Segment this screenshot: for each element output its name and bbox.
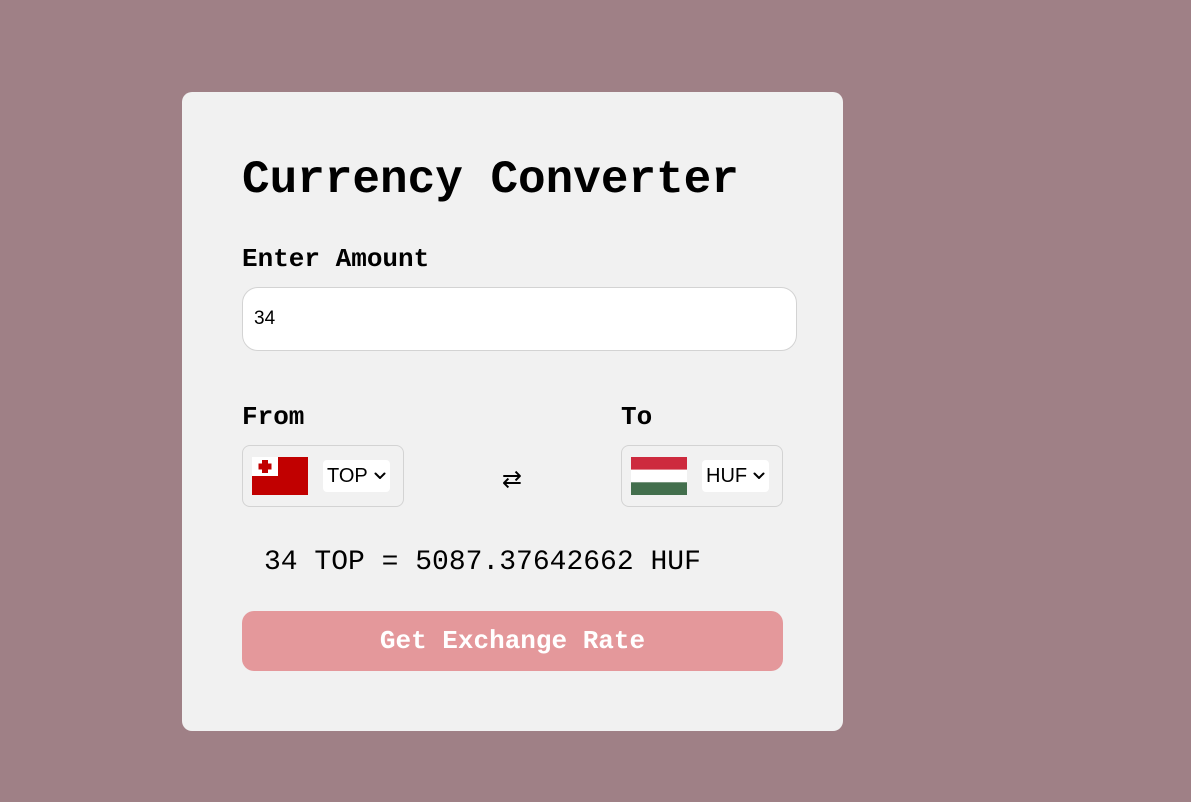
amount-input[interactable]: [242, 287, 797, 351]
from-currency-value: TOP: [327, 464, 368, 487]
swap-icon[interactable]: ⇄: [500, 465, 524, 493]
conversion-result: 34 TOP = 5087.37642662 HUF: [264, 547, 701, 578]
to-currency-select[interactable]: HUF: [621, 445, 783, 507]
to-currency-dropdown[interactable]: HUF: [702, 460, 770, 492]
page-title: Currency Converter: [242, 154, 739, 206]
get-exchange-rate-button[interactable]: Get Exchange Rate: [242, 611, 783, 671]
from-label: From: [242, 402, 305, 432]
converter-card: Currency Converter Enter Amount From To …: [182, 92, 843, 731]
from-currency-select[interactable]: TOP: [242, 445, 404, 507]
amount-label: Enter Amount: [242, 244, 430, 274]
to-currency-value: HUF: [706, 464, 748, 487]
chevron-down-icon: [374, 472, 386, 480]
from-currency-dropdown[interactable]: TOP: [323, 460, 390, 492]
to-label: To: [621, 402, 653, 432]
tonga-flag-icon: [252, 457, 308, 495]
chevron-down-icon: [753, 472, 765, 480]
hungary-flag-icon: [631, 457, 687, 495]
